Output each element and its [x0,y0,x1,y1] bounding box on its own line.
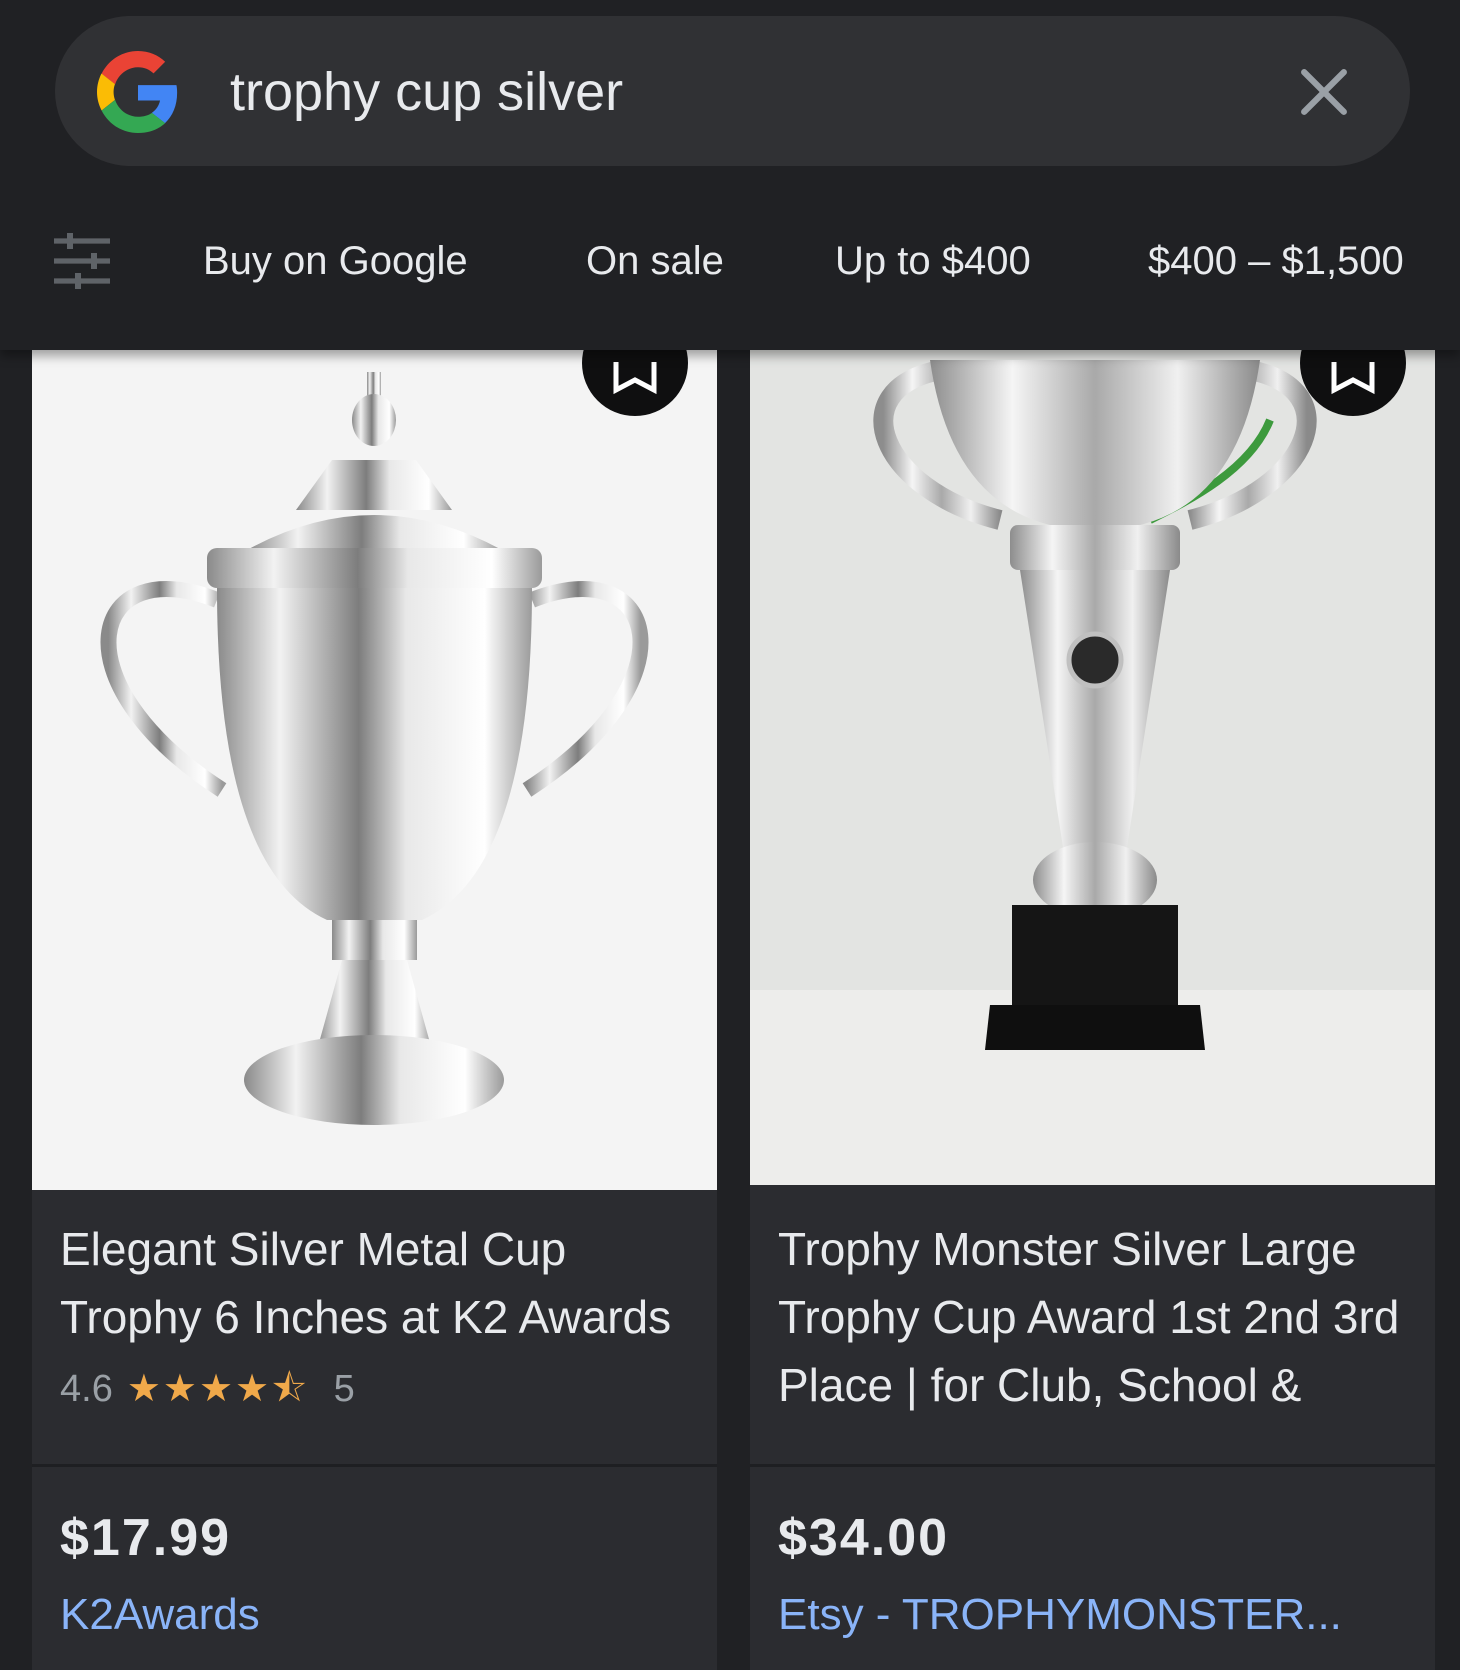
product-price: $17.99 [60,1509,232,1567]
rating-value: 4.6 [60,1368,113,1410]
search-input[interactable]: trophy cup silver [230,54,623,130]
close-icon[interactable] [1290,58,1358,126]
product-card[interactable]: Elegant Silver Metal Cup Trophy 6 Inches… [32,350,717,1670]
divider [750,1464,1435,1467]
filter-bar: Buy on Google On sale Up to $400 $400 – … [0,205,1460,325]
review-count: 5 [333,1368,355,1410]
chip-on-sale[interactable]: On sale [586,235,724,287]
star-rating-icon: ★★★★⯪ [126,1368,310,1410]
top-bar: trophy cup silver Buy on Google On sale … [0,0,1460,350]
chip-up-to-400[interactable]: Up to $400 [835,235,1031,287]
product-card[interactable]: Trophy Monster Silver Large Trophy Cup A… [750,350,1435,1670]
seller-link[interactable]: K2Awards [60,1590,260,1640]
product-image[interactable] [32,350,717,1190]
product-price: $34.00 [778,1509,950,1567]
search-bar[interactable]: trophy cup silver [55,16,1410,166]
divider [32,1464,717,1467]
product-title[interactable]: Trophy Monster Silver Large Trophy Cup A… [778,1215,1418,1419]
bookmark-icon [1331,362,1375,395]
seller-link[interactable]: Etsy - TROPHYMONSTER... [778,1590,1342,1640]
tune-icon[interactable] [50,229,114,293]
bookmark-icon [613,362,657,395]
product-rating: 4.6 ★★★★⯪ 5 [60,1360,355,1425]
chip-buy-on-google[interactable]: Buy on Google [203,235,468,287]
product-image[interactable] [750,350,1435,1185]
google-g-icon [97,51,178,133]
chip-400-1500[interactable]: $400 – $1,500 [1148,235,1404,287]
product-title[interactable]: Elegant Silver Metal Cup Trophy 6 Inches… [60,1215,700,1351]
